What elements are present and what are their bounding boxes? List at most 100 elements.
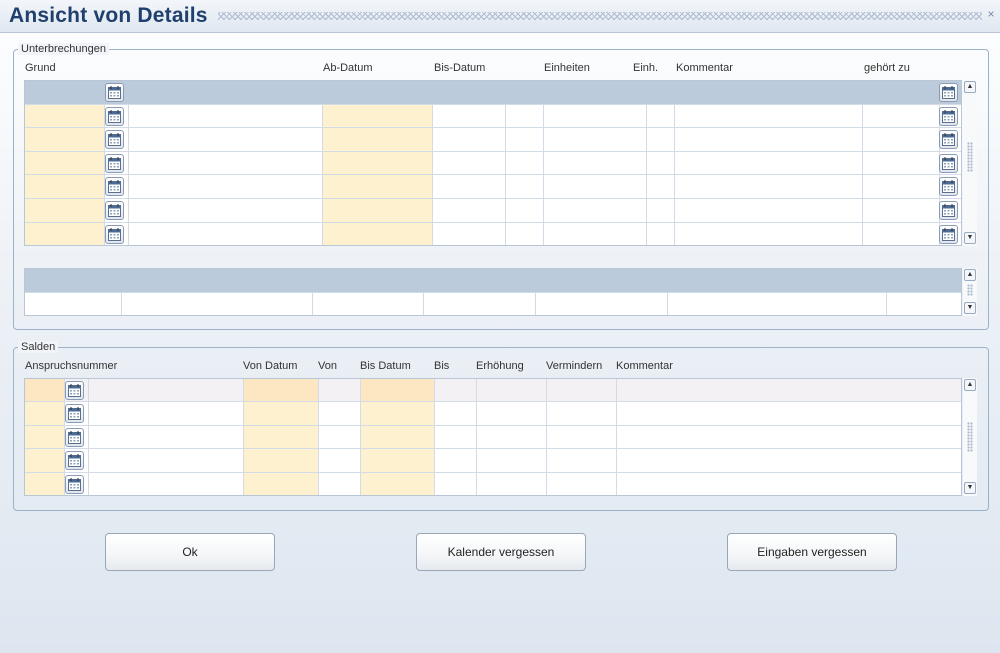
table-cell[interactable] [435,379,477,402]
table-cell[interactable] [323,104,433,128]
table-cell[interactable] [675,175,863,198]
table-cell[interactable] [433,151,506,175]
table-cell[interactable] [647,128,675,151]
table-cell[interactable] [506,222,544,245]
table-cell[interactable] [129,222,323,245]
scroll-down-icon[interactable]: ▼ [964,302,976,314]
table-cell[interactable] [617,449,961,471]
unterbrechungen-scrollbar[interactable]: ▲ ▼ [963,80,977,246]
table-row[interactable] [25,472,961,495]
table-row[interactable] [25,402,961,426]
table-cell[interactable] [89,449,244,472]
table-cell[interactable] [89,425,244,449]
table-cell[interactable] [506,151,544,175]
table-cell[interactable] [319,472,361,495]
table-cell[interactable] [477,379,547,402]
table-cell[interactable] [506,128,544,151]
table-cell[interactable] [361,449,435,472]
table-cell[interactable] [319,379,361,402]
scroll-down-icon[interactable]: ▼ [964,232,976,244]
calendar-icon[interactable] [65,451,84,471]
table-cell[interactable] [129,175,323,198]
table-cell[interactable] [617,473,961,495]
table-cell[interactable] [361,402,435,425]
table-cell[interactable] [547,379,617,402]
calendar-icon[interactable] [105,106,124,126]
table-row[interactable] [25,81,961,105]
table-cell[interactable] [887,293,961,316]
table-cell[interactable] [433,104,506,128]
table-cell[interactable] [863,104,940,128]
table-cell[interactable] [361,472,435,495]
calendar-icon[interactable] [65,404,84,424]
table-cell[interactable] [319,402,361,425]
calendar-icon[interactable] [65,474,84,494]
table-row[interactable] [25,175,961,199]
calendar-icon[interactable] [105,153,124,173]
table-cell[interactable] [506,104,544,128]
table-cell[interactable] [477,425,547,449]
table-cell[interactable] [647,199,675,222]
calendar-icon[interactable] [939,177,958,197]
scroll-up-icon[interactable]: ▲ [964,379,976,391]
table-cell[interactable] [433,199,506,222]
table-cell[interactable] [547,449,617,472]
table-cell[interactable] [433,222,506,245]
scroll-grip[interactable] [967,422,973,452]
table-row[interactable] [25,269,961,293]
table-cell[interactable] [122,292,313,315]
table-cell[interactable] [25,425,65,449]
table-cell[interactable] [89,379,244,402]
ok-button[interactable]: Ok [105,533,275,571]
scroll-grip[interactable] [967,142,973,172]
table-cell[interactable] [244,379,319,402]
table-cell[interactable] [544,104,647,128]
table-cell[interactable] [477,472,547,495]
scroll-down-icon[interactable]: ▼ [964,482,976,494]
table-cell[interactable] [25,175,105,198]
table-cell[interactable] [675,128,863,151]
table-cell[interactable] [89,472,244,495]
table-row[interactable] [25,104,961,129]
calendar-icon[interactable] [939,83,958,102]
table-cell[interactable] [547,402,617,425]
table-row[interactable] [25,292,961,316]
calendar-icon[interactable] [105,201,124,220]
table-cell[interactable] [89,402,244,425]
table-cell[interactable] [435,472,477,495]
table-cell[interactable] [129,151,323,175]
table-cell[interactable] [863,222,940,245]
table-row[interactable] [25,128,961,152]
table-cell[interactable] [244,425,319,449]
table-cell[interactable] [544,222,647,245]
table-cell[interactable] [544,128,647,151]
table-cell[interactable] [25,292,122,315]
calendar-icon[interactable] [939,106,958,126]
table-cell[interactable] [506,199,544,222]
table-cell[interactable] [647,104,675,128]
table-cell[interactable] [323,199,433,222]
table-cell[interactable] [25,472,65,495]
table-cell[interactable] [361,379,435,402]
table-cell[interactable] [617,402,961,424]
table-cell[interactable] [435,449,477,472]
table-cell[interactable] [25,379,65,402]
calendar-icon[interactable] [939,130,958,150]
table-cell[interactable] [323,222,433,245]
scroll-up-icon[interactable]: ▲ [964,81,976,93]
calendar-icon[interactable] [105,83,124,102]
table-cell[interactable] [477,449,547,472]
table-cell[interactable] [129,128,323,151]
table-cell[interactable] [647,175,675,198]
table-cell[interactable] [675,199,863,222]
table-cell[interactable] [647,222,675,245]
table-cell[interactable] [25,128,105,151]
table-cell[interactable] [617,379,961,401]
calendar-icon[interactable] [65,427,84,447]
kalender-vergessen-button[interactable]: Kalender vergessen [416,533,586,571]
table-cell[interactable] [433,128,506,151]
table-cell[interactable] [244,402,319,425]
table-row[interactable] [25,222,961,245]
table-cell[interactable] [647,151,675,175]
salden-scrollbar[interactable]: ▲ ▼ [963,378,977,496]
